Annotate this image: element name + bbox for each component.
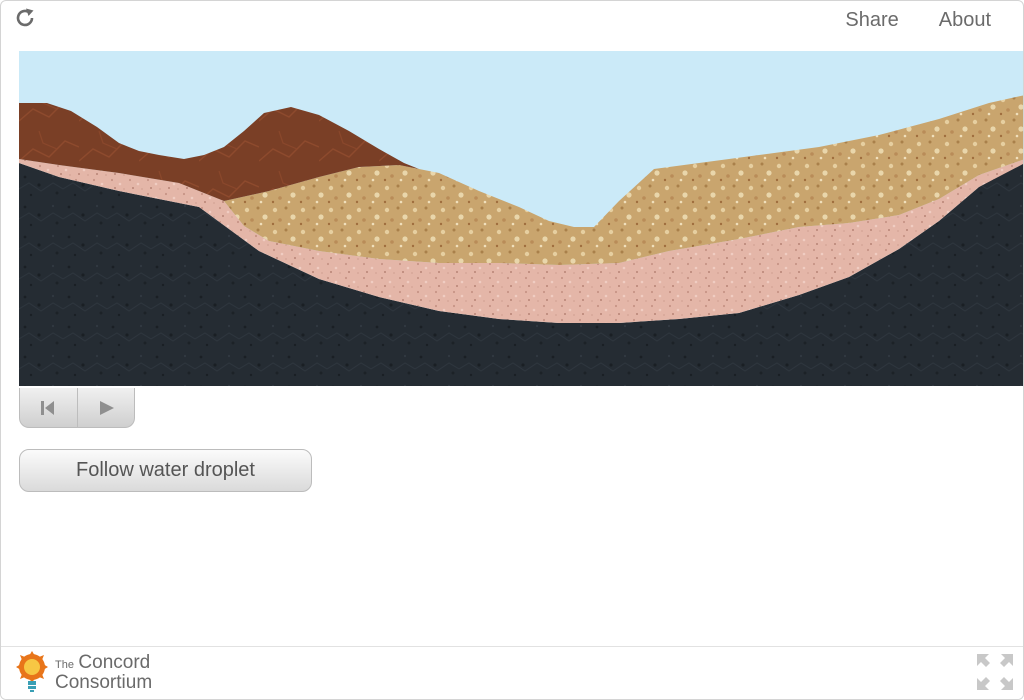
fullscreen-icon[interactable] xyxy=(975,652,1015,692)
lightbulb-logo-icon xyxy=(16,651,48,692)
play-button[interactable] xyxy=(76,388,135,428)
concord-consortium-logo[interactable]: The Concord Consortium xyxy=(13,650,152,694)
reset-icon xyxy=(41,401,55,415)
play-icon xyxy=(99,401,114,415)
about-link[interactable]: About xyxy=(939,9,991,33)
simulation-canvas[interactable] xyxy=(19,51,1023,386)
top-nav: Share About xyxy=(845,9,1023,33)
share-link[interactable]: Share xyxy=(845,9,898,33)
logo-consortium: Consortium xyxy=(55,671,153,693)
footer: The Concord Consortium xyxy=(1,646,1023,699)
follow-water-droplet-button[interactable]: Follow water droplet xyxy=(19,449,312,492)
reload-icon[interactable] xyxy=(13,6,37,30)
reset-button[interactable] xyxy=(20,388,77,428)
logo-concord: Concord xyxy=(78,651,151,673)
app-frame: Share About Follow water droplet The Con… xyxy=(0,0,1024,700)
logo-the: The xyxy=(55,658,74,671)
playback-controls xyxy=(19,388,135,428)
